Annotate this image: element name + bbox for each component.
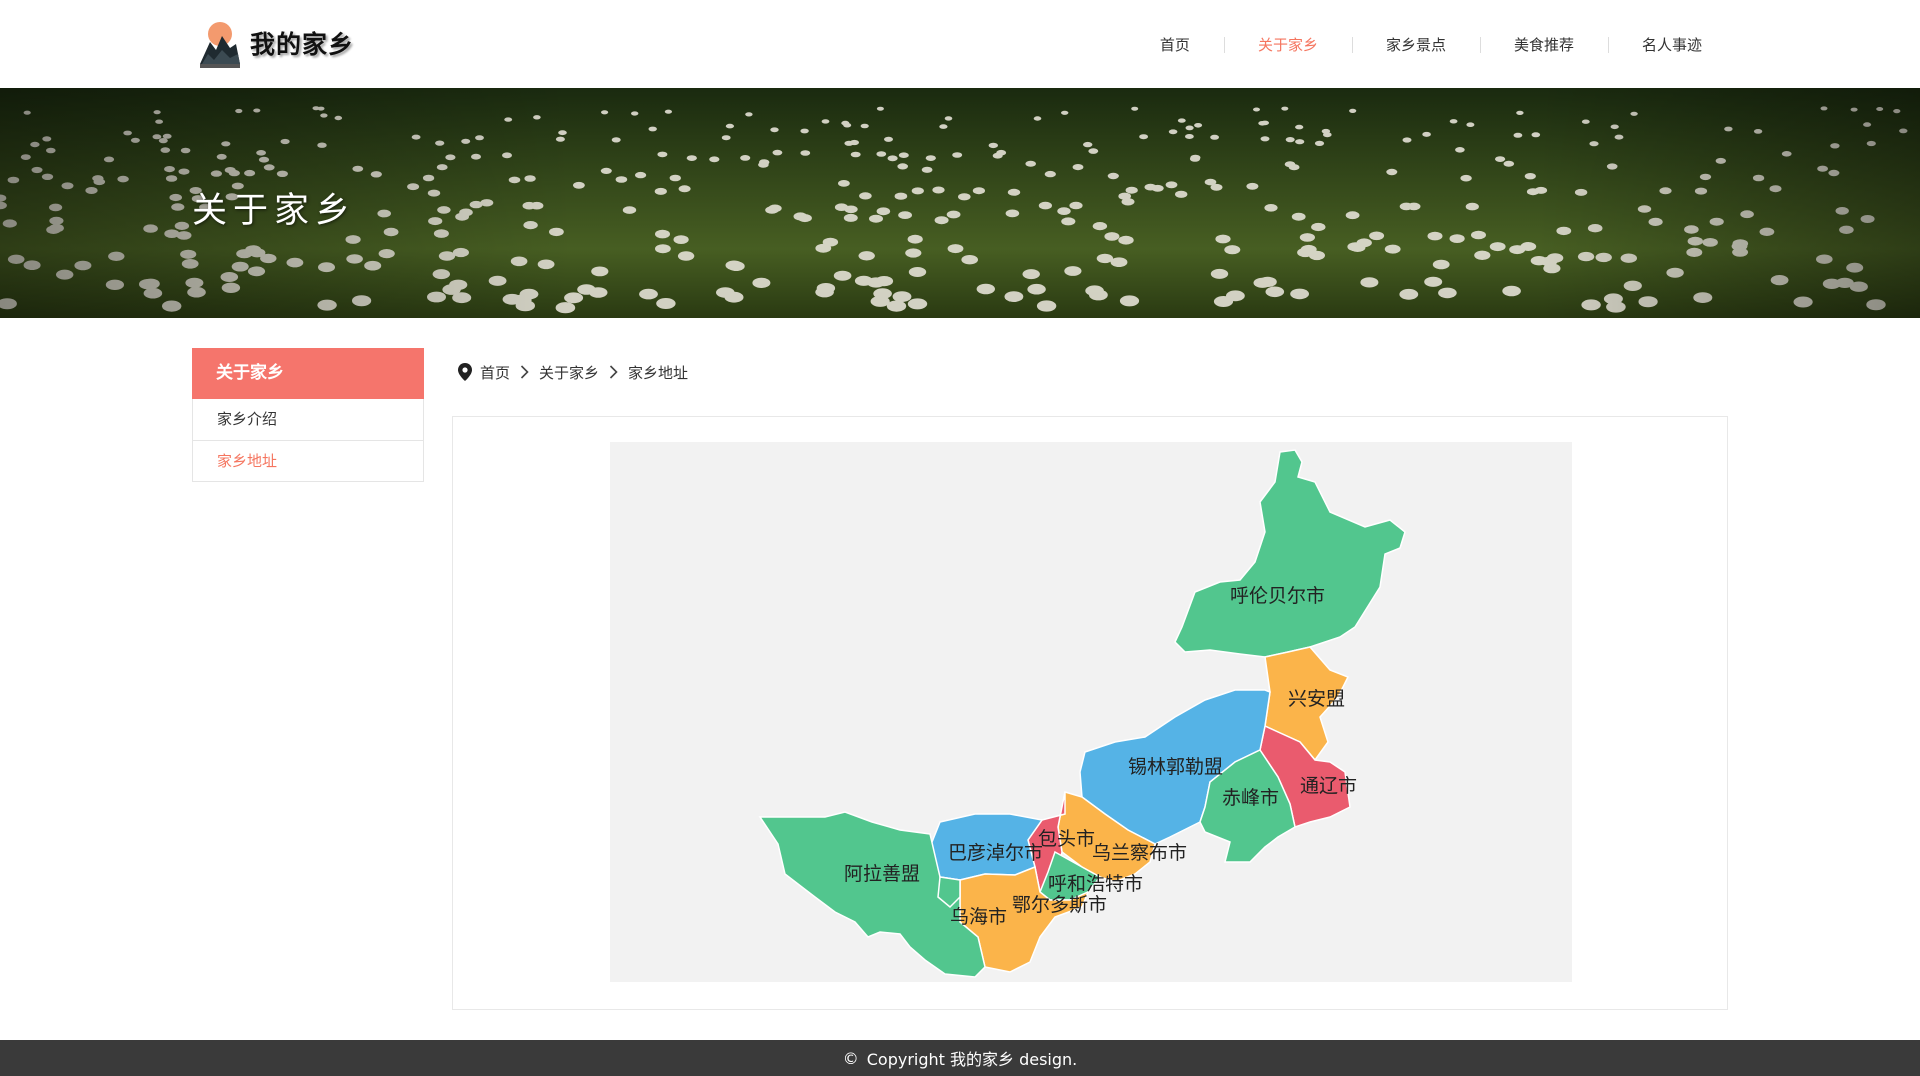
logo-emblem-icon (196, 14, 242, 72)
nav-item-about[interactable]: 关于家乡 (1223, 34, 1352, 55)
nav-item-food[interactable]: 美食推荐 (1479, 34, 1608, 55)
main-nav: 首页 关于家乡 家乡景点 美食推荐 名人事迹 (1126, 0, 1702, 88)
site-logo[interactable]: 我的家乡 (196, 14, 366, 72)
location-pin-icon (458, 363, 472, 381)
copyright-icon: © (842, 1048, 859, 1068)
nav-item-celebrities[interactable]: 名人事迹 (1607, 34, 1702, 55)
site-header: 我的家乡 首页 关于家乡 家乡景点 美食推荐 名人事迹 (0, 0, 1920, 88)
sidebar: 关于家乡 家乡介绍 家乡地址 (192, 348, 424, 482)
breadcrumb: 首页 关于家乡 家乡地址 (458, 360, 688, 384)
banner-title: 关于家乡 (192, 191, 357, 231)
footer-copyright-text: Copyright 我的家乡 design. (866, 1050, 1078, 1069)
breadcrumb-home[interactable]: 首页 (480, 362, 510, 383)
chevron-right-icon (609, 365, 618, 379)
page-banner: 关于家乡 (0, 88, 1920, 318)
nav-item-home[interactable]: 首页 (1126, 34, 1224, 55)
inner-mongolia-map[interactable]: 呼伦贝尔市 兴安盟 通辽市 锡林郭勒盟 赤峰市 乌兰察布市 包头市 巴彦淖尔市 … (610, 442, 1572, 982)
sidebar-item-address[interactable]: 家乡地址 (193, 440, 423, 481)
breadcrumb-about[interactable]: 关于家乡 (539, 362, 599, 383)
map-region-bayannur[interactable] (929, 813, 1044, 881)
sidebar-item-intro[interactable]: 家乡介绍 (193, 399, 423, 440)
logo-text: 我的家乡 (250, 30, 355, 59)
breadcrumb-current: 家乡地址 (628, 363, 689, 382)
sidebar-list: 家乡介绍 家乡地址 (192, 399, 424, 482)
site-footer: © Copyright 我的家乡 design. (0, 1040, 1920, 1076)
map-region-hulunbuir[interactable] (1174, 449, 1406, 658)
chevron-right-icon (520, 365, 529, 379)
nav-item-attractions[interactable]: 家乡景点 (1351, 34, 1480, 55)
sidebar-title: 关于家乡 (192, 348, 424, 399)
